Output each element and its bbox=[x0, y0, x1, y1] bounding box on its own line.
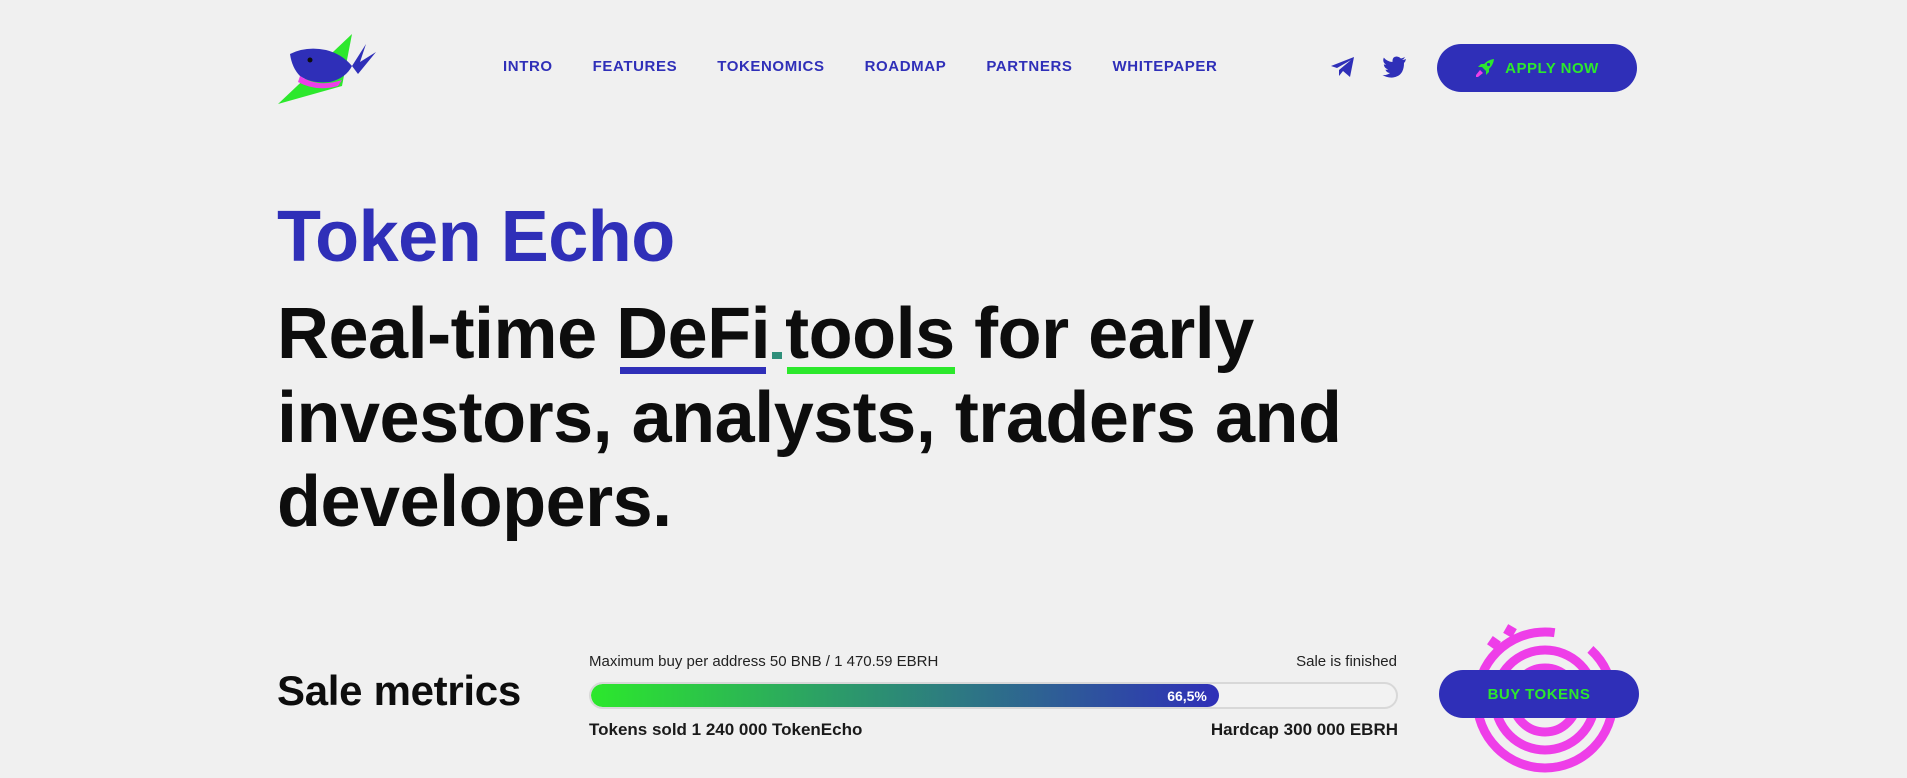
nav-item-roadmap[interactable]: ROADMAP bbox=[865, 58, 947, 75]
headline-tools: tools bbox=[785, 294, 955, 374]
nav-item-intro[interactable]: INTRO bbox=[503, 58, 553, 75]
sale-metrics-title: Sale metrics bbox=[277, 667, 521, 714]
nav-item-tokenomics[interactable]: TOKENOMICS bbox=[717, 58, 824, 75]
telegram-icon[interactable] bbox=[1330, 55, 1356, 79]
nav-item-whitepaper[interactable]: WHITEPAPER bbox=[1113, 58, 1218, 75]
whale-jet-logo[interactable] bbox=[276, 30, 378, 106]
nav-item-features[interactable]: FEATURES bbox=[593, 58, 678, 75]
headline-start: Real-time bbox=[277, 294, 617, 374]
apply-now-label: APPLY NOW bbox=[1505, 59, 1599, 77]
tokens-sold-text: Tokens sold 1 240 000 TokenEcho bbox=[589, 720, 863, 739]
twitter-icon[interactable] bbox=[1382, 55, 1408, 79]
buy-tokens-button[interactable]: BUY TOKENS bbox=[1439, 670, 1639, 718]
rocket-icon bbox=[1476, 59, 1495, 77]
hardcap-text: Hardcap 300 000 EBRH bbox=[1210, 720, 1398, 739]
underline-dot bbox=[772, 352, 783, 359]
sale-progress-label: 66,5% bbox=[1167, 688, 1207, 704]
sale-progress-bar: 66,5% bbox=[589, 682, 1398, 709]
max-buy-text: Maximum buy per address 50 BNB / 1 470.5… bbox=[589, 653, 939, 670]
sale-progress-fill: 66,5% bbox=[591, 684, 1219, 707]
brand-title: Token Echo bbox=[277, 197, 675, 277]
page: INTRO FEATURES TOKENOMICS ROADMAP PARTNE… bbox=[0, 0, 1907, 778]
main-nav: INTRO FEATURES TOKENOMICS ROADMAP PARTNE… bbox=[503, 58, 1217, 75]
sale-status-text: Sale is finished bbox=[1296, 653, 1397, 670]
nav-item-partners[interactable]: PARTNERS bbox=[986, 58, 1072, 75]
headline-defi: DeFi bbox=[616, 294, 771, 374]
apply-now-button[interactable]: APPLY NOW bbox=[1437, 44, 1637, 92]
hero-headline: Real-time DeFi tools for early investors,… bbox=[277, 292, 1437, 544]
